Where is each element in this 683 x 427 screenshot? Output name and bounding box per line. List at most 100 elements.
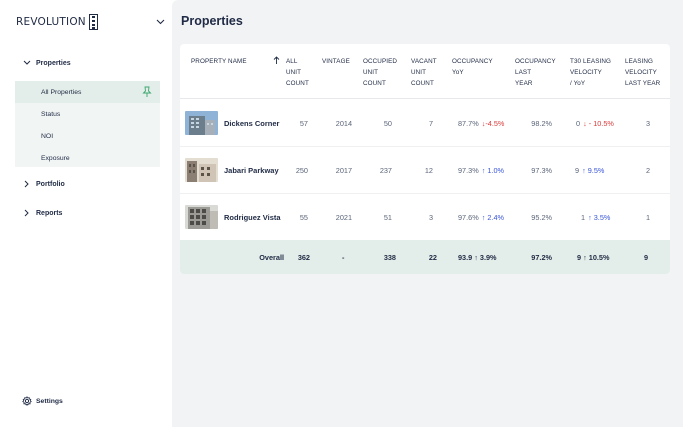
chevron-right-icon	[22, 180, 31, 189]
occupancy-change: ↑ 1.0%	[481, 166, 505, 175]
t30-change: ↑ 3.5%	[588, 213, 611, 222]
brand-name: REVOLUTION	[16, 16, 86, 28]
total-t30: 9 ↑ 10.5%	[577, 252, 610, 262]
nav-group-label: Properties	[36, 59, 71, 67]
header-label: COUNT	[411, 80, 434, 87]
header-t30-velocity[interactable]: T30 LEASING VELOCITY / YoY	[570, 56, 611, 89]
sidebar-item-noi[interactable]: NOI	[15, 125, 160, 147]
cell-occupancy: 97.6% ↑ 2.4%	[458, 194, 518, 241]
t30-value: 0	[576, 119, 581, 128]
cell-vintage: 2014	[335, 119, 352, 128]
header-occupied[interactable]: OCCUPIED UNIT COUNT	[363, 56, 397, 89]
building-image-icon	[185, 111, 218, 135]
sidebar-item-all-properties[interactable]: All Properties	[15, 81, 160, 103]
nav-group-reports[interactable]: Reports	[22, 206, 62, 220]
cell-occupied: 50	[383, 119, 392, 128]
total-occupancy-last: 97.2%	[531, 252, 552, 262]
header-label: VELOCITY	[570, 69, 602, 76]
chevron-down-icon	[156, 19, 164, 25]
header-label: OCCUPIED	[363, 58, 398, 65]
header-vintage[interactable]: VINTAGE	[322, 56, 350, 67]
cell-units: 57	[299, 119, 308, 128]
cell-t30: 1 ↑ 3.5%	[581, 194, 631, 241]
cell-vintage: 2021	[335, 213, 352, 222]
cell-units: 250	[295, 166, 308, 175]
building-image-icon	[185, 205, 218, 229]
header-label: T30 LEASING	[570, 58, 611, 65]
settings-link[interactable]: Settings	[22, 396, 63, 406]
occupancy-value: 97.6%	[458, 213, 479, 222]
sidebar-collapse-button[interactable]	[154, 16, 166, 28]
header-occupancy-yoy[interactable]: OCCUPANCY YoY	[452, 56, 493, 78]
header-label: VACANT	[411, 58, 437, 65]
header-label: PROPERTY NAME	[191, 58, 247, 65]
total-leasing-last: 9	[644, 252, 649, 262]
header-label: LAST	[515, 69, 532, 76]
total-occupied: 338	[383, 252, 396, 262]
header-label: YoY	[452, 69, 464, 76]
property-name-link[interactable]: Rodriguez Vista	[224, 194, 281, 241]
main-content: Properties PROPERTY NAME ALL UNIT COUNT …	[172, 0, 683, 427]
t30-value: 1	[581, 213, 586, 222]
cell-vacant: 3	[428, 213, 433, 222]
property-thumbnail	[185, 205, 218, 229]
building-image-icon	[185, 158, 218, 182]
header-label: LEASING	[625, 58, 653, 65]
header-label: UNIT	[286, 69, 302, 76]
total-label: Overall	[259, 252, 284, 262]
properties-subnav: All Properties Status NOI Exposure	[15, 81, 160, 167]
header-vacant[interactable]: VACANT UNIT COUNT	[411, 56, 437, 89]
gear-icon	[22, 396, 32, 406]
cell-units: 55	[299, 213, 308, 222]
sort-ascending-icon[interactable]	[273, 56, 280, 65]
t30-change: ↓ - 10.5%	[583, 119, 614, 128]
header-label: UNIT	[411, 69, 427, 76]
header-label: VINTAGE	[322, 58, 350, 65]
nav-group-portfolio[interactable]: Portfolio	[22, 177, 65, 191]
occupancy-change: ↓-4.5%	[481, 119, 505, 128]
sidebar-item-exposure[interactable]: Exposure	[15, 147, 160, 169]
cell-occupancy-last: 98.2%	[531, 119, 552, 128]
occupancy-value: 87.7%	[458, 119, 479, 128]
property-name-link[interactable]: Jabari Parkway	[224, 147, 279, 194]
header-label: / YoY	[570, 80, 586, 87]
total-units: 362	[297, 252, 310, 262]
pin-icon[interactable]	[142, 86, 152, 98]
cell-occupancy: 87.7% ↓-4.5%	[458, 100, 518, 147]
header-label: LAST YEAR	[625, 80, 661, 87]
table-row[interactable]: Jabari Parkway 250 2017 237 12 97.3% ↑ 1…	[180, 147, 670, 194]
table-total-row: Overall 362 - 338 22 93.9 ↑ 3.9% 97.2% 9…	[180, 240, 670, 274]
header-label: OCCUPANCY	[452, 58, 493, 65]
t30-value: 9	[575, 166, 580, 175]
sidebar-item-label: Status	[41, 110, 61, 118]
table-row[interactable]: Rodriguez Vista 55 2021 51 3 97.6% ↑ 2.4…	[180, 194, 670, 241]
t30-change: ↑ 9.5%	[582, 166, 605, 175]
nav-group-label: Reports	[36, 209, 63, 217]
cell-occupied: 51	[383, 213, 392, 222]
header-unit-count[interactable]: ALL UNIT COUNT	[286, 56, 309, 89]
cell-occupancy-last: 95.2%	[531, 213, 552, 222]
property-name-link[interactable]: Dickens Corner	[224, 100, 279, 147]
header-label: COUNT	[363, 80, 386, 87]
chevron-down-icon	[22, 59, 31, 68]
brand-logo[interactable]: REVOLUTION	[16, 13, 98, 31]
total-vacant: 22	[428, 252, 437, 262]
chevron-right-icon	[22, 209, 31, 218]
header-label: VELOCITY	[625, 69, 657, 76]
nav-group-label: Portfolio	[36, 180, 65, 188]
sidebar-item-status[interactable]: Status	[15, 103, 160, 125]
page-title: Properties	[181, 14, 243, 28]
table-row[interactable]: Dickens Corner 57 2014 50 7 87.7% ↓-4.5%…	[180, 100, 670, 147]
header-occupancy-last-year[interactable]: OCCUPANCY LAST YEAR	[515, 56, 556, 89]
occupancy-change: ↑ 2.4%	[481, 213, 505, 222]
cell-occupancy: 97.3% ↑ 1.0%	[458, 147, 518, 194]
table-header: PROPERTY NAME ALL UNIT COUNT VINTAGE OCC…	[180, 44, 670, 99]
sidebar-item-label: Exposure	[41, 154, 70, 162]
header-leasing-last-year[interactable]: LEASING VELOCITY LAST YEAR	[625, 56, 660, 89]
cell-leasing-last: 2	[646, 166, 651, 175]
nav-group-properties[interactable]: Properties	[22, 56, 71, 70]
cell-leasing-last: 3	[646, 119, 651, 128]
header-label: UNIT	[363, 69, 379, 76]
cell-vintage: 2017	[335, 166, 352, 175]
header-property-name[interactable]: PROPERTY NAME	[191, 56, 247, 67]
